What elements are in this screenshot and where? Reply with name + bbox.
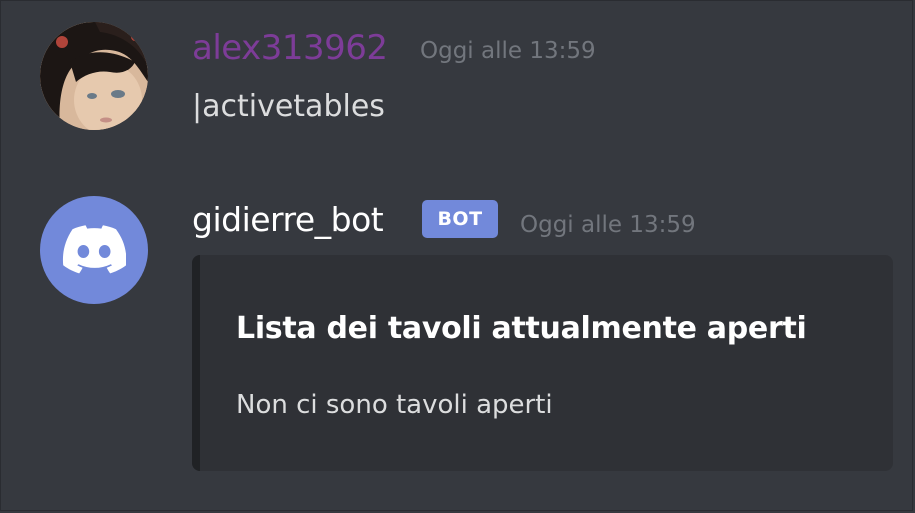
user-avatar[interactable] <box>40 22 148 130</box>
bot-author-name[interactable]: gidierre_bot <box>192 200 384 240</box>
bot-tag-badge: BOT <box>422 200 498 238</box>
embed-description: Non ci sono tavoli aperti <box>236 390 553 420</box>
discord-logo-icon <box>62 225 126 274</box>
embed-accent-bar <box>192 255 200 471</box>
bot-message-timestamp: Oggi alle 13:59 <box>520 212 696 238</box>
bot-avatar[interactable] <box>40 196 148 304</box>
user-avatar-photo-icon <box>40 22 148 130</box>
embed-title: Lista dei tavoli attualmente aperti <box>236 311 807 346</box>
message-author-name[interactable]: alex313962 <box>192 28 388 68</box>
message-embed: Lista dei tavoli attualmente aperti Non … <box>192 255 893 471</box>
message-content: |activetables <box>192 89 385 124</box>
message-timestamp: Oggi alle 13:59 <box>420 38 596 64</box>
